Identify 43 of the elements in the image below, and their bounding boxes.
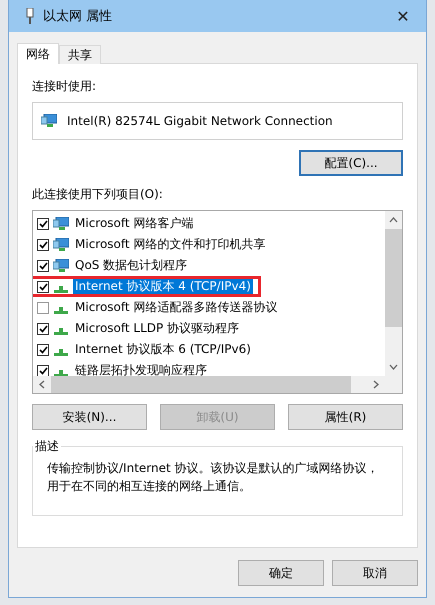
item-action-button[interactable]: 属性(R) — [288, 404, 403, 430]
network-protocol-icon — [54, 348, 68, 356]
list-item[interactable]: QoS 数据包计划程序 — [73, 256, 190, 275]
network-protocol-icon — [54, 328, 68, 334]
list-item[interactable]: Microsoft LLDP 协议驱动程序 — [73, 319, 242, 338]
tab[interactable]: 网络 — [17, 43, 59, 64]
adapter-name: Intel(R) 82574L Gigabit Network Connection — [67, 114, 333, 128]
list-item[interactable]: Microsoft 网络客户端 — [73, 214, 196, 233]
item-action-button[interactable]: 安装(N)... — [32, 404, 147, 430]
scroll-up-icon[interactable] — [389, 217, 398, 223]
network-computer-icon — [53, 258, 69, 272]
close-button[interactable]: ✕ — [388, 2, 418, 30]
description-title: 描述 — [34, 438, 60, 455]
dialog-button[interactable]: 确定 — [238, 560, 324, 586]
tab[interactable]: 共享 — [59, 45, 101, 64]
scroll-thumb[interactable] — [385, 229, 402, 327]
description-text: 传输控制协议/Internet 协议。该协议是默认的广域网络协议，用于在不同的相互连接的网络上通信。 — [47, 460, 380, 495]
network-computer-icon — [53, 238, 69, 252]
network-protocol-icon — [54, 306, 68, 314]
list-item[interactable]: 链路层拓扑发现响应程序 — [73, 361, 209, 376]
list-item[interactable]: Microsoft 网络适配器多路传送器协议 — [73, 298, 280, 317]
scroll-right-icon[interactable] — [373, 380, 379, 389]
vertical-scrollbar[interactable] — [385, 211, 402, 376]
items-label: 此连接使用下列项目(O): — [32, 186, 164, 203]
scroll-left-icon[interactable] — [39, 380, 45, 389]
network-protocol-icon — [54, 286, 68, 292]
checkbox[interactable] — [37, 344, 49, 356]
checkbox[interactable] — [37, 218, 49, 230]
list-item[interactable]: Internet 协议版本 6 (TCP/IPv6) — [73, 340, 253, 359]
list-item[interactable]: Microsoft 网络的文件和打印机共享 — [73, 235, 268, 254]
network-computer-icon — [53, 216, 69, 230]
checkbox[interactable] — [37, 322, 49, 334]
dialog-button[interactable]: 取消 — [332, 560, 418, 586]
scroll-down-icon[interactable] — [389, 364, 398, 370]
connect-using-label: 连接时使用: — [32, 78, 98, 95]
network-cable-icon — [25, 8, 35, 24]
checkbox[interactable] — [37, 302, 49, 314]
checkbox[interactable] — [37, 238, 49, 250]
window-title: 以太网 属性 — [43, 8, 114, 25]
checkbox[interactable] — [37, 260, 49, 272]
configure-button[interactable]: 配置(C)... — [299, 150, 403, 176]
network-computer-icon — [41, 114, 57, 128]
checkbox[interactable] — [37, 280, 49, 292]
